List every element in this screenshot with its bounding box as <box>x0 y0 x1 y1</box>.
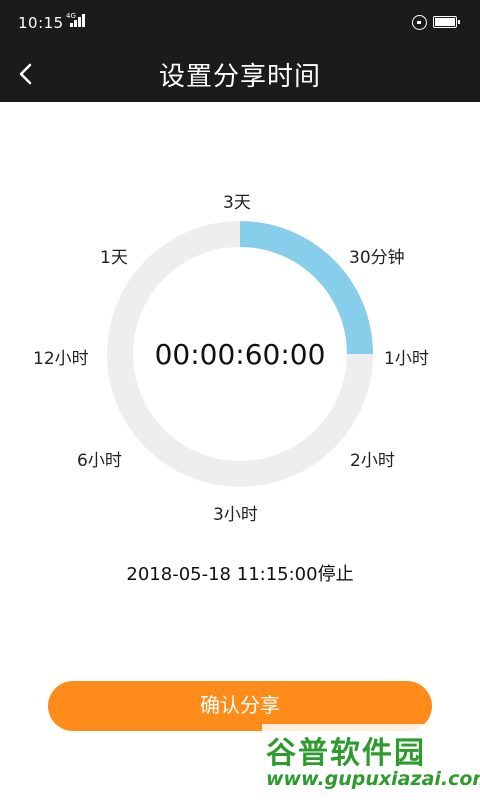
watermark-title: 谷普软件园 <box>266 736 426 771</box>
status-bar: 10:15 4G <box>0 0 480 48</box>
dial-label-12-hours[interactable]: 12小时 <box>33 344 89 369</box>
dial-label-3-days[interactable]: 3天 <box>223 188 251 213</box>
dial-label-3-hours[interactable]: 3小时 <box>213 500 258 525</box>
stop-time-text: 2018-05-18 11:15:00停止 <box>126 564 354 585</box>
lock-rotation-icon <box>412 15 427 30</box>
dial-label-1-hour[interactable]: 1小时 <box>384 344 429 369</box>
watermark-url: www.gupuxiazai.com <box>266 768 480 790</box>
dial-label-2-hours[interactable]: 2小时 <box>350 446 395 471</box>
battery-icon <box>433 16 460 28</box>
nav-bar: 设置分享时间 <box>0 48 480 102</box>
dial-label-30-min[interactable]: 30分钟 <box>349 243 405 268</box>
watermark-logo: 谷普软件园 www.gupuxiazai.com <box>262 724 480 800</box>
time-dial[interactable]: 3天 30分钟 1小时 2小时 3小时 6小时 12小时 1天 00:00:60… <box>0 102 480 542</box>
dial-progress-arc <box>239 221 373 355</box>
status-time: 10:15 <box>18 14 64 32</box>
signal-icon <box>70 13 85 27</box>
dial-label-1-day[interactable]: 1天 <box>100 243 128 268</box>
page-title: 设置分享时间 <box>158 62 321 92</box>
countdown-display: 00:00:60:00 <box>154 338 326 371</box>
dial-ring[interactable] <box>0 102 480 542</box>
dial-label-6-hours[interactable]: 6小时 <box>77 446 122 471</box>
